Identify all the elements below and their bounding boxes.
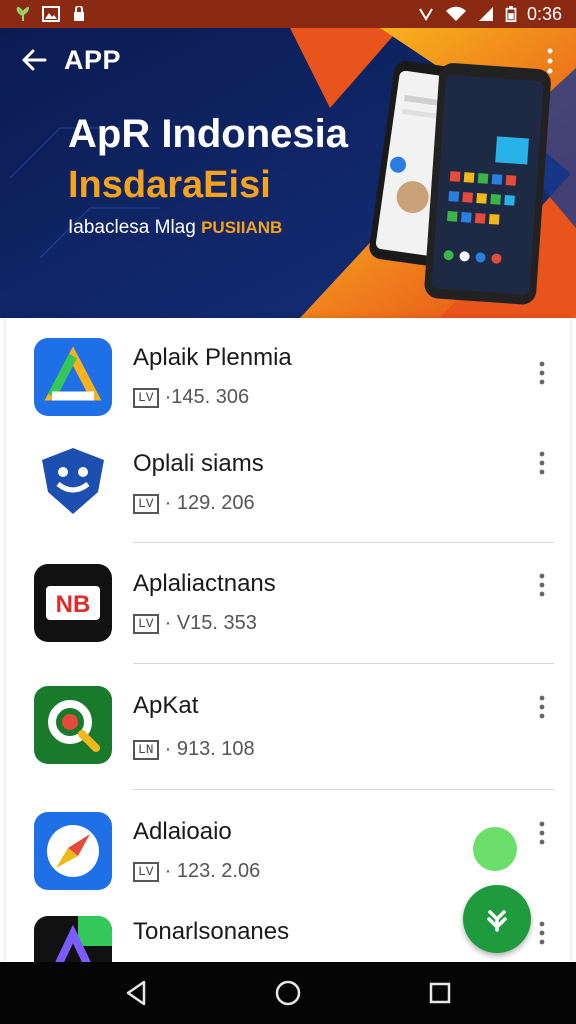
- more-vertical-icon[interactable]: [536, 450, 548, 476]
- hero-subtitle: InsdaraEisi: [68, 164, 271, 206]
- arrow-left-icon: [22, 49, 47, 71]
- app-meta: LN · 913. 108: [133, 738, 255, 761]
- phone-illustration-front: [424, 63, 551, 305]
- list-item[interactable]: Oplali siams LV · 129. 206: [6, 438, 570, 548]
- hero-tagline-text: Iabaclesa Mlag: [68, 217, 196, 238]
- download-fab[interactable]: [463, 885, 531, 953]
- nav-recents-button[interactable]: [420, 973, 460, 1013]
- svg-text:NB: NB: [56, 591, 91, 618]
- app-meta: LV · 129. 206: [133, 492, 255, 515]
- magnifier-logo-icon: [34, 686, 112, 764]
- nav-back-icon: [126, 980, 146, 1006]
- app-version: · 129. 206: [164, 492, 255, 514]
- secondary-fab[interactable]: [473, 827, 517, 871]
- navigation-bar: [0, 962, 576, 1024]
- divider: [133, 663, 554, 664]
- nav-back-button[interactable]: [116, 973, 156, 1013]
- wifi-icon: [445, 6, 466, 21]
- app-name: Oplali siams: [133, 450, 264, 477]
- app-version: · 123. 2.06: [164, 860, 261, 882]
- list-item[interactable]: NB Aplaliactnans LV · V15. 353: [6, 556, 570, 666]
- more-vertical-icon[interactable]: [544, 46, 556, 76]
- app-meta: LV · 123. 2.06: [133, 860, 260, 883]
- hero-banner: APP ApR Indonesia InsdaraEisi Iabaclesa …: [0, 28, 576, 318]
- nav-recents-icon: [429, 982, 451, 1004]
- gallery-icon: [42, 6, 60, 22]
- triangle-logo-icon: [34, 338, 112, 416]
- app-name: Aplaik Plenmia: [133, 344, 292, 371]
- more-vertical-icon[interactable]: [536, 694, 548, 720]
- lock-notification-icon: [74, 6, 84, 21]
- app-version: · 913. 108: [164, 738, 255, 760]
- more-vertical-icon[interactable]: [536, 360, 548, 386]
- app-badge: LV: [133, 613, 159, 634]
- back-button[interactable]: [18, 44, 50, 76]
- app-badge: LN: [133, 739, 159, 760]
- divider: [133, 542, 554, 543]
- divider: [133, 789, 554, 790]
- status-time: 0:36: [526, 3, 562, 24]
- app-name: ApKat: [133, 692, 199, 719]
- app-bar-title: APP: [64, 44, 122, 75]
- app-bar: APP: [0, 28, 576, 92]
- status-bar: 0:36: [0, 0, 576, 28]
- battery-icon: [505, 6, 517, 22]
- app-name: Aplaliactnans: [133, 570, 276, 597]
- app-version: ·145. 306: [164, 386, 250, 408]
- list-item[interactable]: Aplaik Plenmia LV ·145. 306: [6, 332, 570, 442]
- app-badge: LV: [133, 493, 159, 514]
- signal-icon: [478, 7, 493, 21]
- hero-title: ApR Indonesia: [68, 112, 349, 156]
- nav-home-icon: [275, 980, 301, 1006]
- app-version: · V15. 353: [164, 612, 257, 634]
- hero-tagline-accent: PUSIIANB: [201, 218, 283, 237]
- app-meta: LV ·145. 306: [133, 386, 249, 409]
- plant-icon: [16, 6, 30, 21]
- nav-home-button[interactable]: [268, 973, 308, 1013]
- screen: 0:36 APP ApR Indonesia InsdaraEisi Iabac…: [0, 0, 576, 1024]
- app-name: Tonarlsonanes: [133, 918, 290, 945]
- hero-tagline: Iabaclesa Mlag PUSIIANB: [68, 217, 282, 239]
- more-vertical-icon[interactable]: [536, 572, 548, 598]
- app-badge: LV: [133, 387, 159, 408]
- compass-logo-icon: [34, 812, 112, 890]
- app-name: Adlaioaio: [133, 818, 232, 845]
- download-icon: [487, 910, 507, 932]
- list-item[interactable]: ApKat LN · 913. 108: [6, 678, 570, 788]
- shield-logo-icon: [34, 442, 112, 520]
- app-badge: LV: [133, 861, 159, 882]
- app-meta: LV · V15. 353: [133, 612, 257, 635]
- vibrate-icon: [419, 8, 433, 21]
- nb-logo-icon: NB: [34, 564, 112, 642]
- more-vertical-icon[interactable]: [536, 820, 548, 846]
- more-vertical-icon[interactable]: [536, 920, 548, 946]
- prism-logo-icon: [34, 916, 112, 963]
